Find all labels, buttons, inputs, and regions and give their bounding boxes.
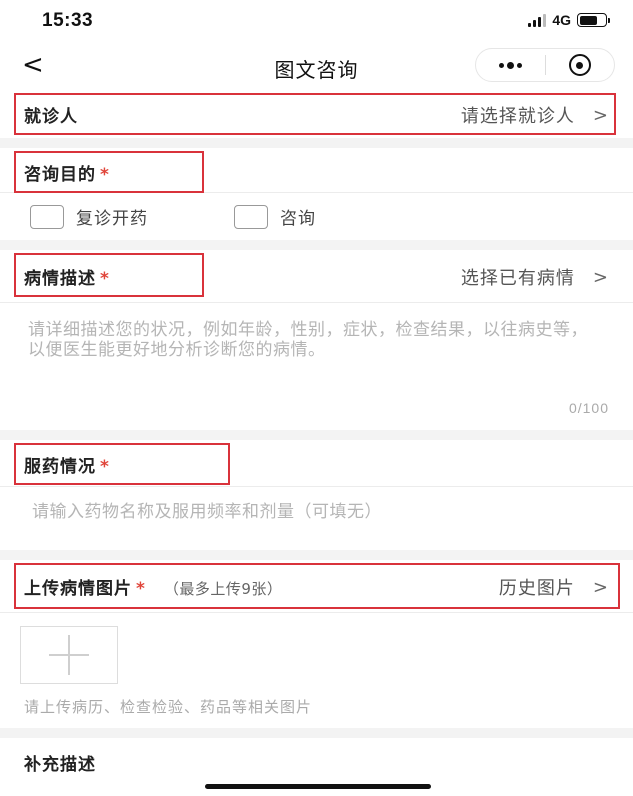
home-indicator: [205, 784, 431, 789]
option-label: 复诊开药: [76, 209, 148, 229]
close-program-button[interactable]: [546, 49, 615, 81]
supplement-label: 补充描述: [24, 755, 96, 775]
highlight-box-patient: [14, 93, 616, 135]
select-existing-condition[interactable]: 选择已有病情 >: [461, 264, 609, 290]
purpose-option-revisit[interactable]: 复诊开药: [30, 204, 148, 229]
target-icon: [568, 54, 591, 76]
highlight-box-condition: [14, 253, 204, 297]
section-gap: [0, 138, 633, 148]
plus-icon: [49, 635, 89, 675]
section-gap: [0, 430, 633, 440]
section-gap: [0, 728, 633, 738]
char-counter: 0/100: [568, 400, 609, 416]
network-label: 4G: [552, 12, 571, 28]
status-indicators: 4G: [528, 12, 610, 28]
status-bar: 15:33 4G: [0, 0, 633, 44]
upload-hint: 请上传病历、检查检验、药品等相关图片: [24, 698, 313, 716]
upload-image-button[interactable]: [20, 626, 118, 684]
signal-icon: [528, 13, 547, 27]
divider: [0, 612, 633, 613]
medication-input[interactable]: 请输入药物名称及服用频率和剂量（可填无）: [32, 502, 602, 522]
condition-textarea[interactable]: 请详细描述您的状况，例如年龄，性别，症状，检查结果，以往病史等，以便医生能更好地…: [28, 320, 598, 360]
more-button[interactable]: [476, 49, 545, 81]
divider: [0, 486, 633, 487]
highlight-box-medication: [14, 443, 230, 485]
battery-icon: [577, 13, 610, 27]
purpose-option-consult[interactable]: 咨询: [234, 204, 316, 229]
status-time: 15:33: [42, 10, 94, 31]
section-gap: [0, 550, 633, 560]
option-label: 咨询: [280, 209, 316, 229]
more-dots-icon: [498, 61, 522, 69]
highlight-box-purpose: [14, 151, 204, 193]
select-existing-label: 选择已有病情: [460, 268, 575, 289]
mini-program-capsule: [475, 48, 615, 82]
highlight-box-upload: [14, 563, 620, 609]
chevron-right-icon: >: [592, 266, 609, 288]
checkbox[interactable]: [234, 204, 268, 229]
nav-bar: < 图文咨询: [0, 44, 633, 88]
checkbox[interactable]: [30, 204, 64, 229]
section-gap: [0, 240, 633, 250]
divider: [0, 302, 633, 303]
